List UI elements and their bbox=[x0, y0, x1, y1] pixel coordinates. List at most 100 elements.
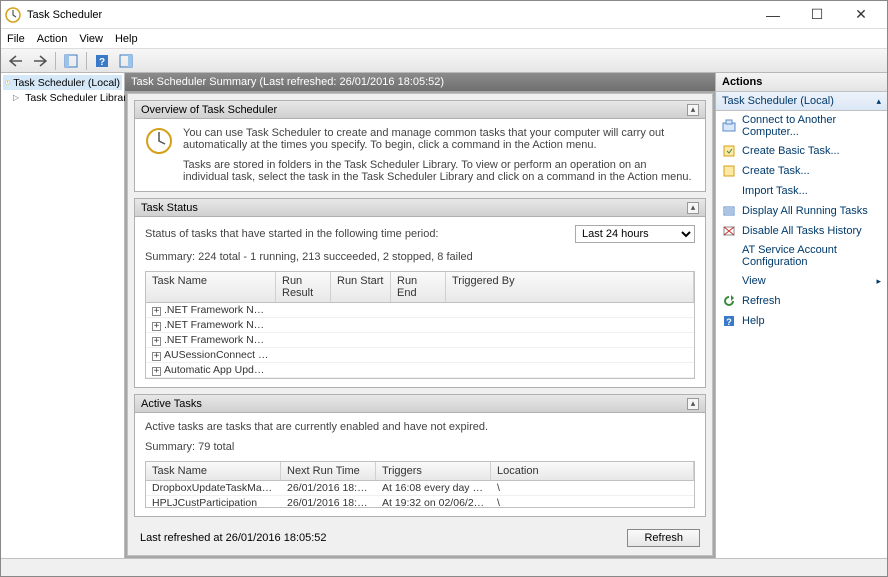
col-runstart[interactable]: Run Start bbox=[331, 272, 391, 302]
action-item[interactable]: Create Basic Task... bbox=[716, 141, 887, 161]
last-refresh: Last refreshed at 26/01/2016 18:05:52 bbox=[140, 532, 327, 544]
refresh-button[interactable]: Refresh bbox=[627, 529, 700, 547]
status-grid: Task Name Run Result Run Start Run End T… bbox=[145, 271, 695, 379]
actions-pane: Actions Task Scheduler (Local) ▴ Connect… bbox=[715, 73, 887, 558]
action-label: Refresh bbox=[742, 295, 781, 307]
table-row[interactable]: +.NET Framework NGEN v4.0.303... bbox=[146, 318, 694, 333]
collapse-icon[interactable]: ▴ bbox=[687, 104, 699, 116]
action-item[interactable]: Display All Running Tasks bbox=[716, 201, 887, 221]
pane-button[interactable] bbox=[115, 51, 137, 71]
close-button[interactable]: ✕ bbox=[839, 2, 883, 28]
clock-icon bbox=[145, 127, 173, 155]
scheduler-icon bbox=[5, 76, 10, 89]
menu-help[interactable]: Help bbox=[115, 33, 138, 45]
action-icon bbox=[722, 224, 736, 238]
menu-view[interactable]: View bbox=[79, 33, 103, 45]
action-label: Display All Running Tasks bbox=[742, 205, 868, 217]
app-icon bbox=[5, 7, 21, 23]
status-label: Status of tasks that have started in the… bbox=[145, 228, 439, 240]
svg-text:?: ? bbox=[726, 317, 732, 327]
col-triggers[interactable]: Triggers bbox=[376, 462, 491, 480]
expand-icon[interactable]: ▷ bbox=[13, 93, 19, 102]
overview-panel: Overview of Task Scheduler ▴ You can use… bbox=[134, 100, 706, 192]
table-row[interactable]: +Automatic App Update (last ru... bbox=[146, 363, 694, 378]
toolbar: ? bbox=[1, 49, 887, 73]
action-label: Connect to Another Computer... bbox=[742, 114, 881, 138]
col-runresult[interactable]: Run Result bbox=[276, 272, 331, 302]
center-pane: Task Scheduler Summary (Last refreshed: … bbox=[125, 73, 715, 558]
active-grid: Task Name Next Run Time Triggers Locatio… bbox=[145, 461, 695, 508]
footer-bar: Last refreshed at 26/01/2016 18:05:52 Re… bbox=[134, 523, 706, 549]
col-taskname[interactable]: Task Name bbox=[146, 462, 281, 480]
status-summary: Summary: 224 total - 1 running, 213 succ… bbox=[145, 251, 695, 263]
tree-root[interactable]: Task Scheduler (Local) bbox=[3, 75, 122, 90]
tree-library-label: Task Scheduler Library bbox=[25, 92, 132, 104]
table-row[interactable]: DropboxUpdateTaskMachineUA26/01/2016 18:… bbox=[146, 481, 694, 496]
action-icon bbox=[722, 144, 736, 158]
action-item[interactable]: Refresh bbox=[716, 291, 887, 311]
action-label: Help bbox=[742, 315, 765, 327]
action-label: View bbox=[742, 275, 766, 287]
action-icon bbox=[722, 294, 736, 308]
col-runend[interactable]: Run End bbox=[391, 272, 446, 302]
help-icon[interactable]: ? bbox=[91, 51, 113, 71]
action-icon bbox=[722, 249, 736, 263]
action-icon bbox=[722, 164, 736, 178]
tree-library[interactable]: ▷ Task Scheduler Library bbox=[3, 90, 122, 105]
col-nextrun[interactable]: Next Run Time bbox=[281, 462, 376, 480]
overview-p2: Tasks are stored in folders in the Task … bbox=[183, 159, 695, 183]
status-bar bbox=[1, 558, 887, 576]
table-row[interactable]: +.NET Framework NGEN v4.0.303... bbox=[146, 333, 694, 348]
action-item[interactable]: Connect to Another Computer... bbox=[716, 111, 887, 141]
svg-text:?: ? bbox=[99, 57, 105, 68]
col-triggeredby[interactable]: Triggered By bbox=[446, 272, 694, 302]
active-title: Active Tasks bbox=[141, 398, 202, 410]
tree-root-label: Task Scheduler (Local) bbox=[13, 77, 120, 89]
action-item[interactable]: Import Task... bbox=[716, 181, 887, 201]
action-item[interactable]: View▸ bbox=[716, 271, 887, 291]
back-button[interactable] bbox=[5, 51, 27, 71]
collapse-icon[interactable]: ▴ bbox=[687, 398, 699, 410]
action-item[interactable]: Create Task... bbox=[716, 161, 887, 181]
actions-group[interactable]: Task Scheduler (Local) ▴ bbox=[716, 92, 887, 111]
menu-bar: File Action View Help bbox=[1, 29, 887, 49]
tree-pane: Task Scheduler (Local) ▷ Task Scheduler … bbox=[1, 73, 125, 558]
action-icon bbox=[722, 119, 736, 133]
action-item[interactable]: Disable All Tasks History bbox=[716, 221, 887, 241]
overview-title: Overview of Task Scheduler bbox=[141, 104, 277, 116]
action-label: AT Service Account Configuration bbox=[742, 244, 881, 268]
table-row[interactable]: +AUSessionConnect (last run fail... bbox=[146, 348, 694, 363]
action-item[interactable]: ? Help bbox=[716, 311, 887, 331]
collapse-icon[interactable]: ▴ bbox=[876, 96, 881, 107]
minimize-button[interactable]: — bbox=[751, 2, 795, 28]
col-location[interactable]: Location bbox=[491, 462, 694, 480]
actions-header: Actions bbox=[716, 73, 887, 92]
scope-button[interactable] bbox=[60, 51, 82, 71]
collapse-icon[interactable]: ▴ bbox=[687, 202, 699, 214]
table-row[interactable]: HPLJCustParticipation26/01/2016 18:32:00… bbox=[146, 496, 694, 507]
title-bar: Task Scheduler — ☐ ✕ bbox=[1, 1, 887, 29]
active-desc: Active tasks are tasks that are currentl… bbox=[145, 421, 695, 433]
action-item[interactable]: AT Service Account Configuration bbox=[716, 241, 887, 271]
action-icon bbox=[722, 274, 736, 288]
overview-p1: You can use Task Scheduler to create and… bbox=[183, 127, 695, 151]
maximize-button[interactable]: ☐ bbox=[795, 2, 839, 28]
status-panel: Task Status ▴ Status of tasks that have … bbox=[134, 198, 706, 388]
actions-group-label: Task Scheduler (Local) bbox=[722, 95, 834, 107]
menu-file[interactable]: File bbox=[7, 33, 25, 45]
action-icon: ? bbox=[722, 314, 736, 328]
summary-header: Task Scheduler Summary (Last refreshed: … bbox=[125, 73, 715, 91]
action-icon bbox=[722, 184, 736, 198]
action-label: Import Task... bbox=[742, 185, 808, 197]
action-icon bbox=[722, 204, 736, 218]
menu-action[interactable]: Action bbox=[37, 33, 68, 45]
active-panel: Active Tasks ▴ Active tasks are tasks th… bbox=[134, 394, 706, 517]
period-select[interactable]: Last 24 hours bbox=[575, 225, 695, 243]
action-label: Disable All Tasks History bbox=[742, 225, 862, 237]
col-taskname[interactable]: Task Name bbox=[146, 272, 276, 302]
active-summary: Summary: 79 total bbox=[145, 441, 695, 453]
table-row[interactable]: +.NET Framework NGEN v4.0.303... bbox=[146, 303, 694, 318]
action-label: Create Basic Task... bbox=[742, 145, 840, 157]
action-label: Create Task... bbox=[742, 165, 810, 177]
forward-button[interactable] bbox=[29, 51, 51, 71]
